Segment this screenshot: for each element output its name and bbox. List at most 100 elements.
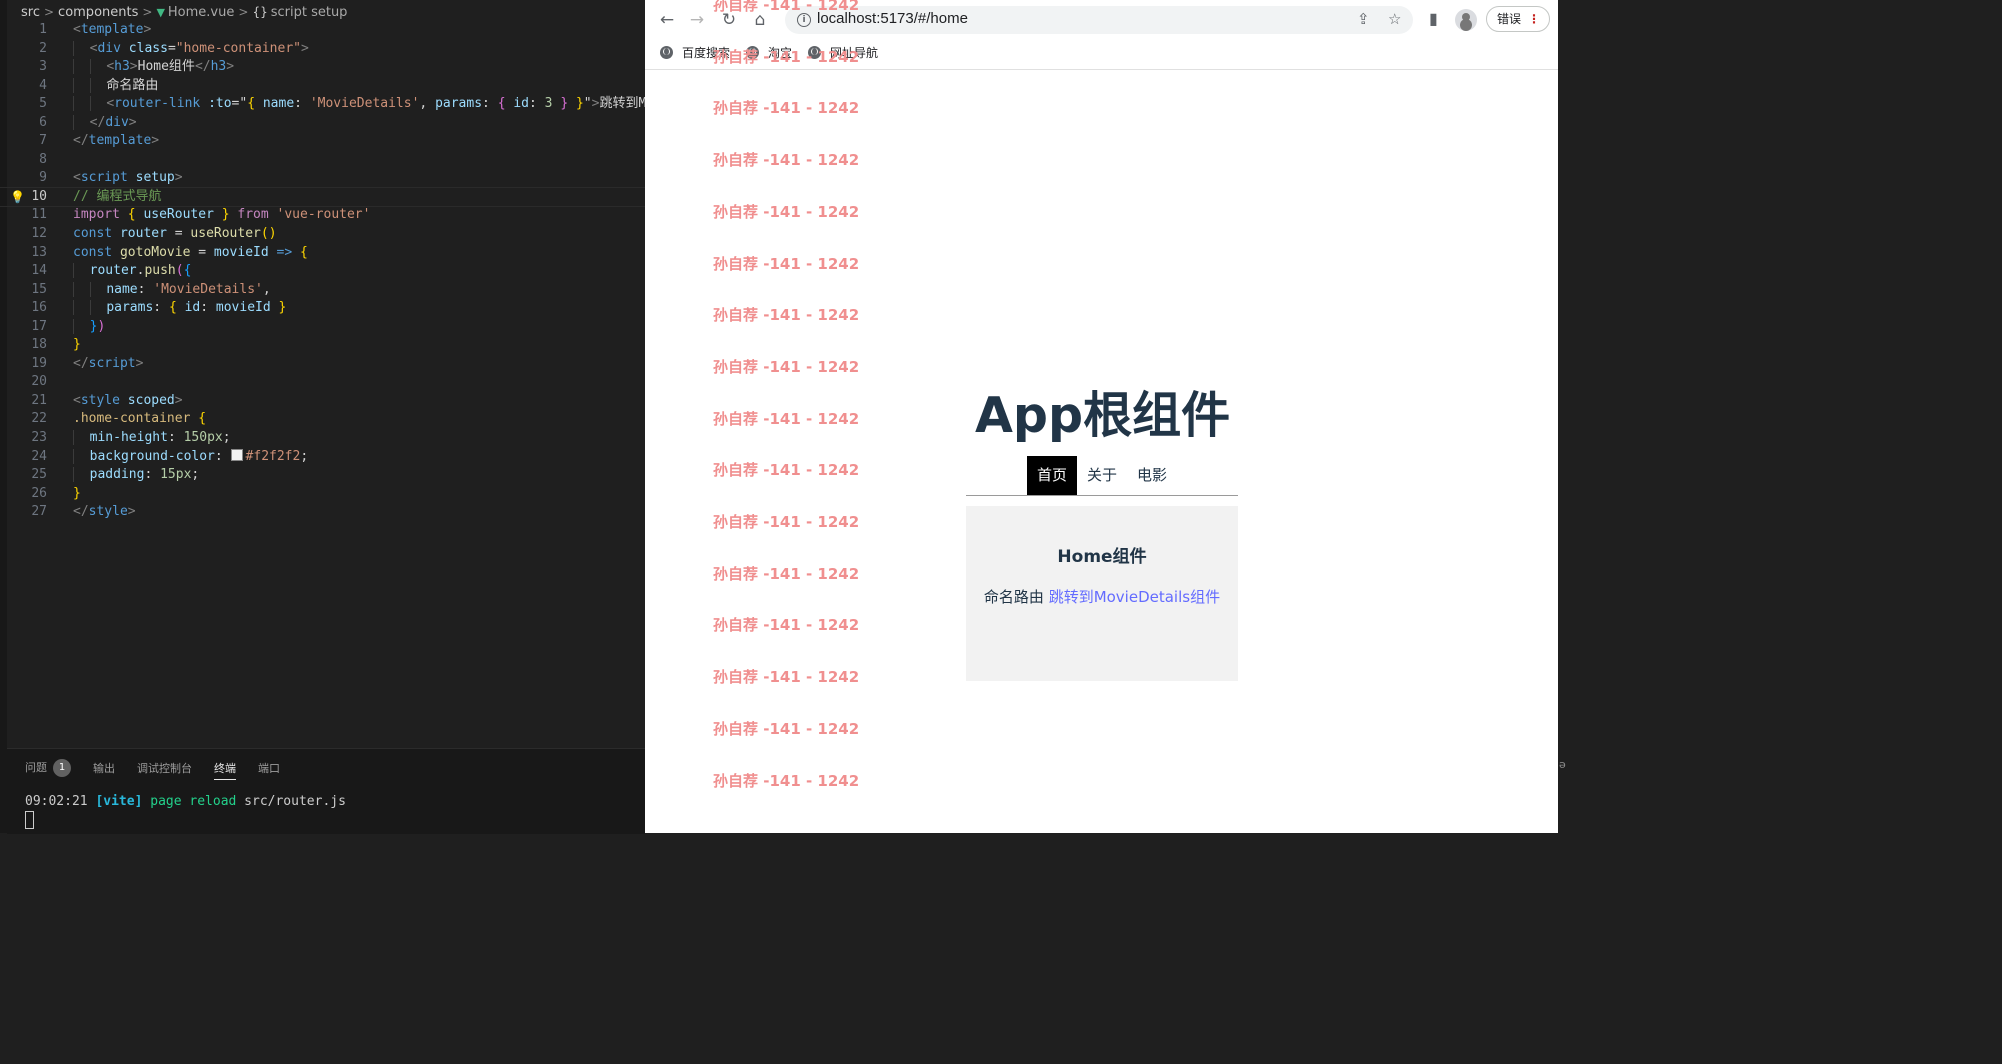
app-title: App根组件 [975,387,1231,444]
code-line[interactable]: 💡 10// 编程式导航 [0,186,645,208]
arrow-right-icon[interactable]: → [686,9,708,31]
bottom-panel: 问题 1 输出 调试控制台 终端 端口 09:02:21 [vite] page … [7,748,645,834]
watermark-text: 孙自荐 -141 - 1242 [713,771,860,790]
code-editor: src > components > ▼ Home.vue > {} scrip… [0,0,645,833]
line-number: 13 [31,244,47,260]
breadcrumb-components[interactable]: components [58,5,138,20]
line-number: 21 [31,392,47,408]
code-line[interactable]: 11 import { useRouter } from 'vue-router' [0,206,645,225]
terminal-time: 09:02:21 [25,794,88,809]
code-line[interactable]: 12 const router = useRouter() [0,225,645,244]
terminal-message: page reload [150,794,237,809]
router-nav: 首页 关于 电影 [966,456,1238,496]
line-text: <div class="home-container"> [73,40,309,59]
kebab-menu-icon[interactable]: ⋮ [1528,7,1540,31]
watermark-text: 孙自荐 -141 - 1242 [713,668,860,687]
watermark-text: 孙自荐 -141 - 1242 [713,357,860,376]
line-text: 命名路由 [73,77,158,96]
breadcrumb: src > components > ▼ Home.vue > {} scrip… [21,3,347,21]
code-line[interactable]: 18} [0,336,645,355]
tab-debug-console[interactable]: 调试控制台 [137,760,192,779]
nav-link-about[interactable]: 关于 [1077,456,1127,495]
nav-link-home[interactable]: 首页 [1026,456,1077,495]
code-line[interactable]: 14 router.push({ [0,262,645,281]
side-panel-icon[interactable]: ▮ [1429,9,1438,28]
code-line[interactable]: 27 </style> [0,503,645,522]
line-number: 27 [31,504,47,520]
line-text: }) [73,318,105,337]
code-line[interactable]: 22 .home-container { [0,410,645,429]
arrow-left-icon[interactable]: ← [656,9,678,31]
breadcrumb-symbol[interactable]: script setup [271,5,348,20]
movie-details-link[interactable]: 跳转到MovieDetails组件 [1049,588,1220,606]
watermark-text: 孙自荐 -141 - 1242 [713,202,860,221]
line-number: 20 [31,374,47,390]
line-text: <script setup> [73,170,183,186]
tab-ports[interactable]: 端口 [258,760,280,779]
avatar-icon[interactable] [1455,9,1477,31]
line-text: .home-container { [73,411,207,427]
code-line[interactable]: 13 const gotoMovie = movieId => { [0,244,645,263]
line-number: 25 [31,467,47,483]
line-text: background-color: #f2f2f2; [73,448,308,467]
watermark-text: 孙自荐 -141 - 1242 [713,564,860,583]
error-button[interactable]: 错误 ⋮ [1486,6,1550,32]
line-number: 2 [39,40,47,56]
line-number: 10 [31,188,47,204]
edge-glyph: ǝ [1559,758,1566,771]
nav-link-movie[interactable]: 电影 [1127,456,1177,495]
vue-file-icon: ▼ [156,5,165,19]
breadcrumb-file[interactable]: Home.vue [168,5,234,20]
tab-output[interactable]: 输出 [93,760,115,779]
code-line[interactable]: 21 <style scoped> [0,392,645,411]
code-line[interactable]: 19 </script> [0,355,645,374]
code-line[interactable]: 8 [0,151,645,170]
code-line[interactable]: 2 <div class="home-container"> [0,40,645,59]
chevron-right-icon: > [238,5,249,19]
code-line[interactable]: 7 </template> [0,132,645,151]
address-bar[interactable]: i localhost:5173/#/home ⇪ ☆ [785,6,1413,34]
code-line[interactable]: 23 min-height: 150px; [0,429,645,448]
line-number: 5 [39,96,47,112]
tab-terminal[interactable]: 终端 [214,760,236,780]
terminal-output[interactable]: 09:02:21 [vite] page reload src/router.j… [25,794,346,809]
line-number: 18 [31,337,47,353]
code-line[interactable]: 24 background-color: #f2f2f2; [0,448,645,467]
code-line[interactable]: 20 [0,373,645,392]
code-line[interactable]: 3 <h3>Home组件</h3> [0,58,645,77]
code-line[interactable]: 1 <template> [0,21,645,40]
tab-problems[interactable]: 问题 1 [25,759,71,780]
line-number: 1 [39,22,47,37]
code-line[interactable]: 9 <script setup> [0,169,645,188]
share-icon[interactable]: ⇪ [1357,10,1370,28]
watermark-text: 孙自荐 -141 - 1242 [713,151,860,170]
watermark-text: 孙自荐 -141 - 1242 [713,0,860,14]
code-line[interactable]: 4 命名路由 [0,77,645,96]
star-icon[interactable]: ☆ [1388,10,1401,28]
watermark-text: 孙自荐 -141 - 1242 [713,99,860,118]
error-label: 错误 [1497,12,1522,26]
info-icon[interactable]: i [797,13,811,27]
terminal-path: src/router.js [244,794,346,809]
line-number: 4 [39,77,47,93]
braces-icon: {} [252,5,268,19]
named-route-label: 命名路由 [983,588,1044,606]
line-number: 26 [31,485,47,501]
chevron-right-icon: > [43,5,55,19]
code-line[interactable]: 15 name: 'MovieDetails', [0,281,645,300]
line-number: 14 [31,263,47,279]
line-number: 15 [31,281,47,297]
code-area[interactable]: 1 <template> 2 <div class="home-container"… [0,21,645,522]
line-number: 19 [31,355,47,371]
home-container: Home组件 命名路由 跳转到MovieDetails组件 [966,506,1238,681]
code-line[interactable]: 25 padding: 15px; [0,466,645,485]
breadcrumb-src[interactable]: src [21,5,40,20]
code-line[interactable]: 16 params: { id: movieId } [0,299,645,318]
code-line[interactable]: 26} [0,485,645,504]
watermark-text: 孙自荐 -141 - 1242 [713,47,860,66]
code-line[interactable]: 6 </div> [0,114,645,133]
code-line[interactable]: 17 }) [0,318,645,337]
line-number: 8 [39,151,47,167]
code-line[interactable]: 5 <router-link :to="{ name: 'MovieDetail… [0,95,645,114]
line-number: 22 [31,411,47,427]
